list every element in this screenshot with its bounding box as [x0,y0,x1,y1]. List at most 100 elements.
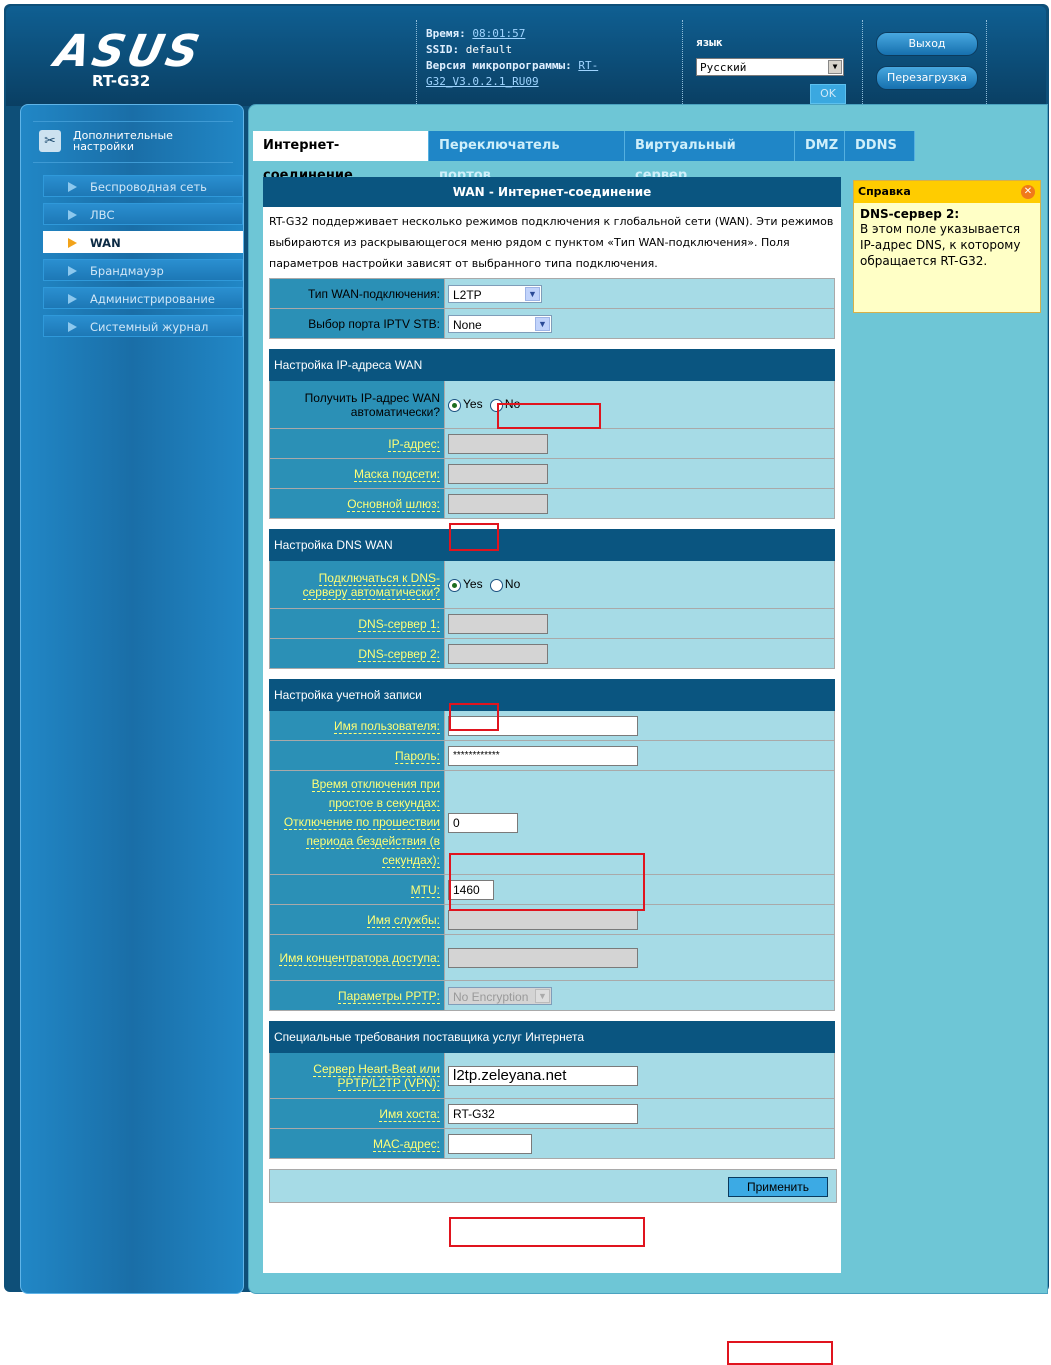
arrow-icon [68,266,77,276]
iptv-port-select[interactable]: None ▼ [448,314,552,333]
service-name-input[interactable] [448,909,638,930]
arrow-icon [68,182,77,192]
wan-ip-table: Настройка IP-адреса WAN Получить IP-адре… [269,349,835,519]
hostname-input[interactable]: RT-G32 [448,1103,638,1124]
auto-dns-no-radio[interactable] [489,578,503,592]
ac-name-label: Имя концентратора доступа: [269,934,445,981]
auto-dns-label: Подключаться к DNS-серверу автоматически… [269,560,445,609]
pptp-options-label: Параметры PPTP: [269,980,445,1011]
main-content: Интернет-соединение Переключатель портов… [248,104,1048,1365]
sidebar-item-label: Беспроводная сеть [90,180,207,194]
chevron-down-icon[interactable]: ▼ [828,60,842,74]
sidebar-item-label: Системный журнал [90,320,209,334]
close-icon[interactable]: ✕ [1021,185,1035,199]
ac-name-input[interactable] [448,947,638,968]
sidebar-item-lan[interactable]: ЛВС [43,203,243,225]
ip-address-input[interactable] [448,433,548,454]
subnet-mask-input[interactable] [448,463,548,484]
sidebar-item-wan[interactable]: WAN [43,231,243,253]
isp-table: Специальные требования поставщика услуг … [269,1021,835,1159]
reboot-button[interactable]: Перезагрузка [876,66,978,90]
tab-dmz[interactable]: DMZ [795,131,845,161]
tab-virtual-server[interactable]: Виртуальный сервер [625,131,795,183]
header-divider [416,20,417,110]
auto-ip-yes-radio[interactable] [448,398,461,412]
help-title: Справка [858,185,911,198]
language-label: язык [696,36,723,49]
tab-internet-connection[interactable]: Интернет-соединение [253,131,429,183]
ssid-value: default [465,43,513,56]
sidebar-item-wireless[interactable]: Беспроводная сеть [43,175,243,197]
time-label: Время: [426,27,466,40]
header: ASUS RT-G32 Время: 08:01:57 SSID: defaul… [6,6,1046,110]
header-divider [862,20,863,110]
wan-panel: WAN - Интернет-соединение RT-G32 поддерж… [263,177,841,1365]
account-section-title: Настройка учетной записи [269,679,835,711]
heartbeat-server-label: Сервер Heart-Beat или PPTP/L2TP (VPN): [269,1052,445,1099]
auto-dns-yes-radio[interactable] [448,578,461,592]
subnet-mask-label: Маска подсети: [269,458,445,489]
help-panel: Справка ✕ DNS-сервер 2: В этом поле указ… [853,180,1041,313]
dns2-label: DNS-сервер 2: [269,638,445,669]
gateway-input[interactable] [448,493,548,514]
auto-ip-label: Получить IP-адрес WAN автоматически? [269,380,445,429]
password-label: Пароль: [269,740,445,771]
sidebar-item-administration[interactable]: Администрирование [43,287,243,309]
password-input[interactable]: ************ [448,745,638,766]
idle-timeout-input[interactable]: 0 [448,812,518,833]
apply-button[interactable]: Применить [728,1177,828,1197]
logout-button[interactable]: Выход [876,32,978,56]
idle-timeout-label: Время отключения при простое в секундах:… [269,770,445,875]
advanced-settings-header: ✂ Дополнительные настройки [33,121,233,163]
apply-row: Применить [269,1169,837,1203]
chevron-down-icon[interactable]: ▼ [535,988,550,1003]
status-info: Время: 08:01:57 SSID: default Версия мик… [426,26,686,90]
iptv-port-label: Выбор порта IPTV STB: [269,308,445,339]
language-select[interactable]: Русский ▼ [696,58,844,76]
highlight-wan-type [497,403,601,429]
model-name: RT-G32 [92,72,151,90]
tools-icon: ✂ [39,130,61,152]
brand-logo: ASUS [50,26,207,77]
ok-button[interactable]: OK [810,84,846,104]
ip-address-label: IP-адрес: [269,428,445,459]
sidebar: ✂ Дополнительные настройки Беспроводная … [20,104,244,1294]
dns1-input[interactable] [448,613,548,634]
ssid-label: SSID: [426,43,460,56]
tab-port-switch[interactable]: Переключатель портов [429,131,625,183]
chevron-down-icon[interactable]: ▼ [525,286,540,301]
help-body: В этом поле указывается IP-адрес DNS, к … [860,222,1021,268]
highlight-heartbeat [449,1217,645,1247]
dns2-input[interactable] [448,643,548,664]
chevron-down-icon[interactable]: ▼ [535,316,550,331]
mac-address-label: MAC-адрес: [269,1128,445,1159]
highlight-auto-ip [449,523,499,551]
tab-ddns[interactable]: DDNS [845,131,915,161]
panel-description: RT-G32 поддерживает несколько режимов по… [269,215,834,270]
panel-title: WAN - Интернет-соединение [263,177,841,207]
wan-type-label: Тип WAN-подключения: [269,278,445,309]
heartbeat-server-input[interactable]: l2tp.zeleyana.net [448,1065,638,1086]
sidebar-item-firewall[interactable]: Брандмауэр [43,259,243,281]
header-divider [682,20,683,110]
dns-section-title: Настройка DNS WAN [269,529,835,561]
hostname-label: Имя хоста: [269,1098,445,1129]
wan-dns-table: Настройка DNS WAN Подключаться к DNS-сер… [269,529,835,669]
arrow-icon [68,294,77,304]
sidebar-item-system-log[interactable]: Системный журнал [43,315,243,337]
advanced-settings-label: Дополнительные настройки [73,129,173,153]
sidebar-item-label: ЛВС [90,208,115,222]
sidebar-item-label: WAN [90,236,121,250]
time-link[interactable]: 08:01:57 [472,27,525,40]
help-heading: DNS-сервер 2: [860,207,960,221]
service-name-label: Имя службы: [269,904,445,935]
firmware-label: Версия микропрограммы: [426,59,572,72]
wan-type-table: Тип WAN-подключения: L2TP ▼ Выбор порта I… [269,278,835,339]
arrow-icon [68,210,77,220]
mac-address-input[interactable] [448,1133,532,1154]
wan-type-select[interactable]: L2TP ▼ [448,284,542,303]
username-label: Имя пользователя: [269,710,445,741]
sidebar-menu: Беспроводная сеть ЛВС WAN Брандмауэр Адм… [43,175,243,343]
pptp-options-select[interactable]: No Encryption ▼ [448,986,552,1005]
no-label: No [504,577,521,592]
